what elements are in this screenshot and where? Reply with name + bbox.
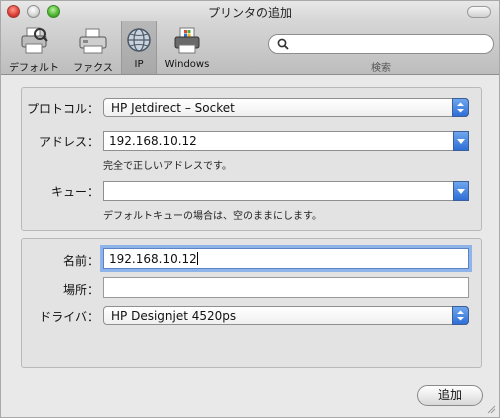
add-button[interactable]: 追加 <box>417 385 483 406</box>
toolbar-windows-button[interactable]: Windows <box>159 21 215 74</box>
protocol-value: HP Jetdirect – Socket <box>111 101 235 115</box>
toolbar-fax-label: ファクス <box>73 63 113 74</box>
toolbar: デフォルト ファクス IP Windows 検索 <box>1 21 499 75</box>
location-field[interactable] <box>103 277 469 298</box>
toolbar-ip-label: IP <box>134 59 144 70</box>
address-hint: 完全で正しいアドレスです。 <box>103 161 232 172</box>
address-combo[interactable]: 192.168.10.12 <box>103 131 469 151</box>
driver-value: HP Designjet 4520ps <box>111 309 237 323</box>
toolbar-default-label: デフォルト <box>9 63 59 74</box>
resize-grip-icon[interactable] <box>486 404 496 414</box>
protocol-popup[interactable]: HP Jetdirect – Socket <box>103 98 469 117</box>
windows-printer-icon <box>171 25 203 61</box>
toolbar-ip-button[interactable]: IP <box>121 21 157 74</box>
protocol-label: プロトコル： <box>26 102 99 116</box>
chevron-down-icon[interactable] <box>453 181 469 201</box>
printer-default-icon <box>18 25 50 61</box>
queue-label: キュー： <box>50 185 99 199</box>
ip-globe-icon <box>125 25 153 61</box>
popup-arrows-icon <box>452 98 469 117</box>
add-printer-window: プリンタの追加 デフォルト ファクス IP Windows 検索 プロトコル： … <box>0 0 500 418</box>
search-field[interactable] <box>268 34 494 54</box>
driver-label: ドライバ： <box>39 310 99 324</box>
title-bar[interactable]: プリンタの追加 <box>1 1 499 21</box>
name-label: 名前： <box>62 254 99 268</box>
text-caret <box>196 252 198 265</box>
address-value: 192.168.10.12 <box>109 134 197 148</box>
queue-combo[interactable] <box>103 181 469 201</box>
name-value: 192.168.10.12 <box>109 252 197 266</box>
fax-icon <box>77 25 109 61</box>
address-label: アドレス： <box>38 135 99 149</box>
location-label: 場所： <box>62 283 99 297</box>
window-title: プリンタの追加 <box>207 6 292 20</box>
toolbar-toggle-button[interactable] <box>467 6 491 18</box>
search-label: 検索 <box>371 63 391 74</box>
chevron-down-icon[interactable] <box>453 131 469 151</box>
toolbar-fax-button[interactable]: ファクス <box>67 21 119 74</box>
toolbar-windows-label: Windows <box>164 59 210 70</box>
popup-arrows-icon <box>452 306 469 325</box>
queue-hint: デフォルトキューの場合は、空のままにします。 <box>103 211 322 222</box>
toolbar-default-button[interactable]: デフォルト <box>3 21 65 74</box>
magnifier-icon <box>277 38 289 50</box>
name-field[interactable]: 192.168.10.12 <box>103 248 469 269</box>
driver-popup[interactable]: HP Designjet 4520ps <box>103 306 469 325</box>
